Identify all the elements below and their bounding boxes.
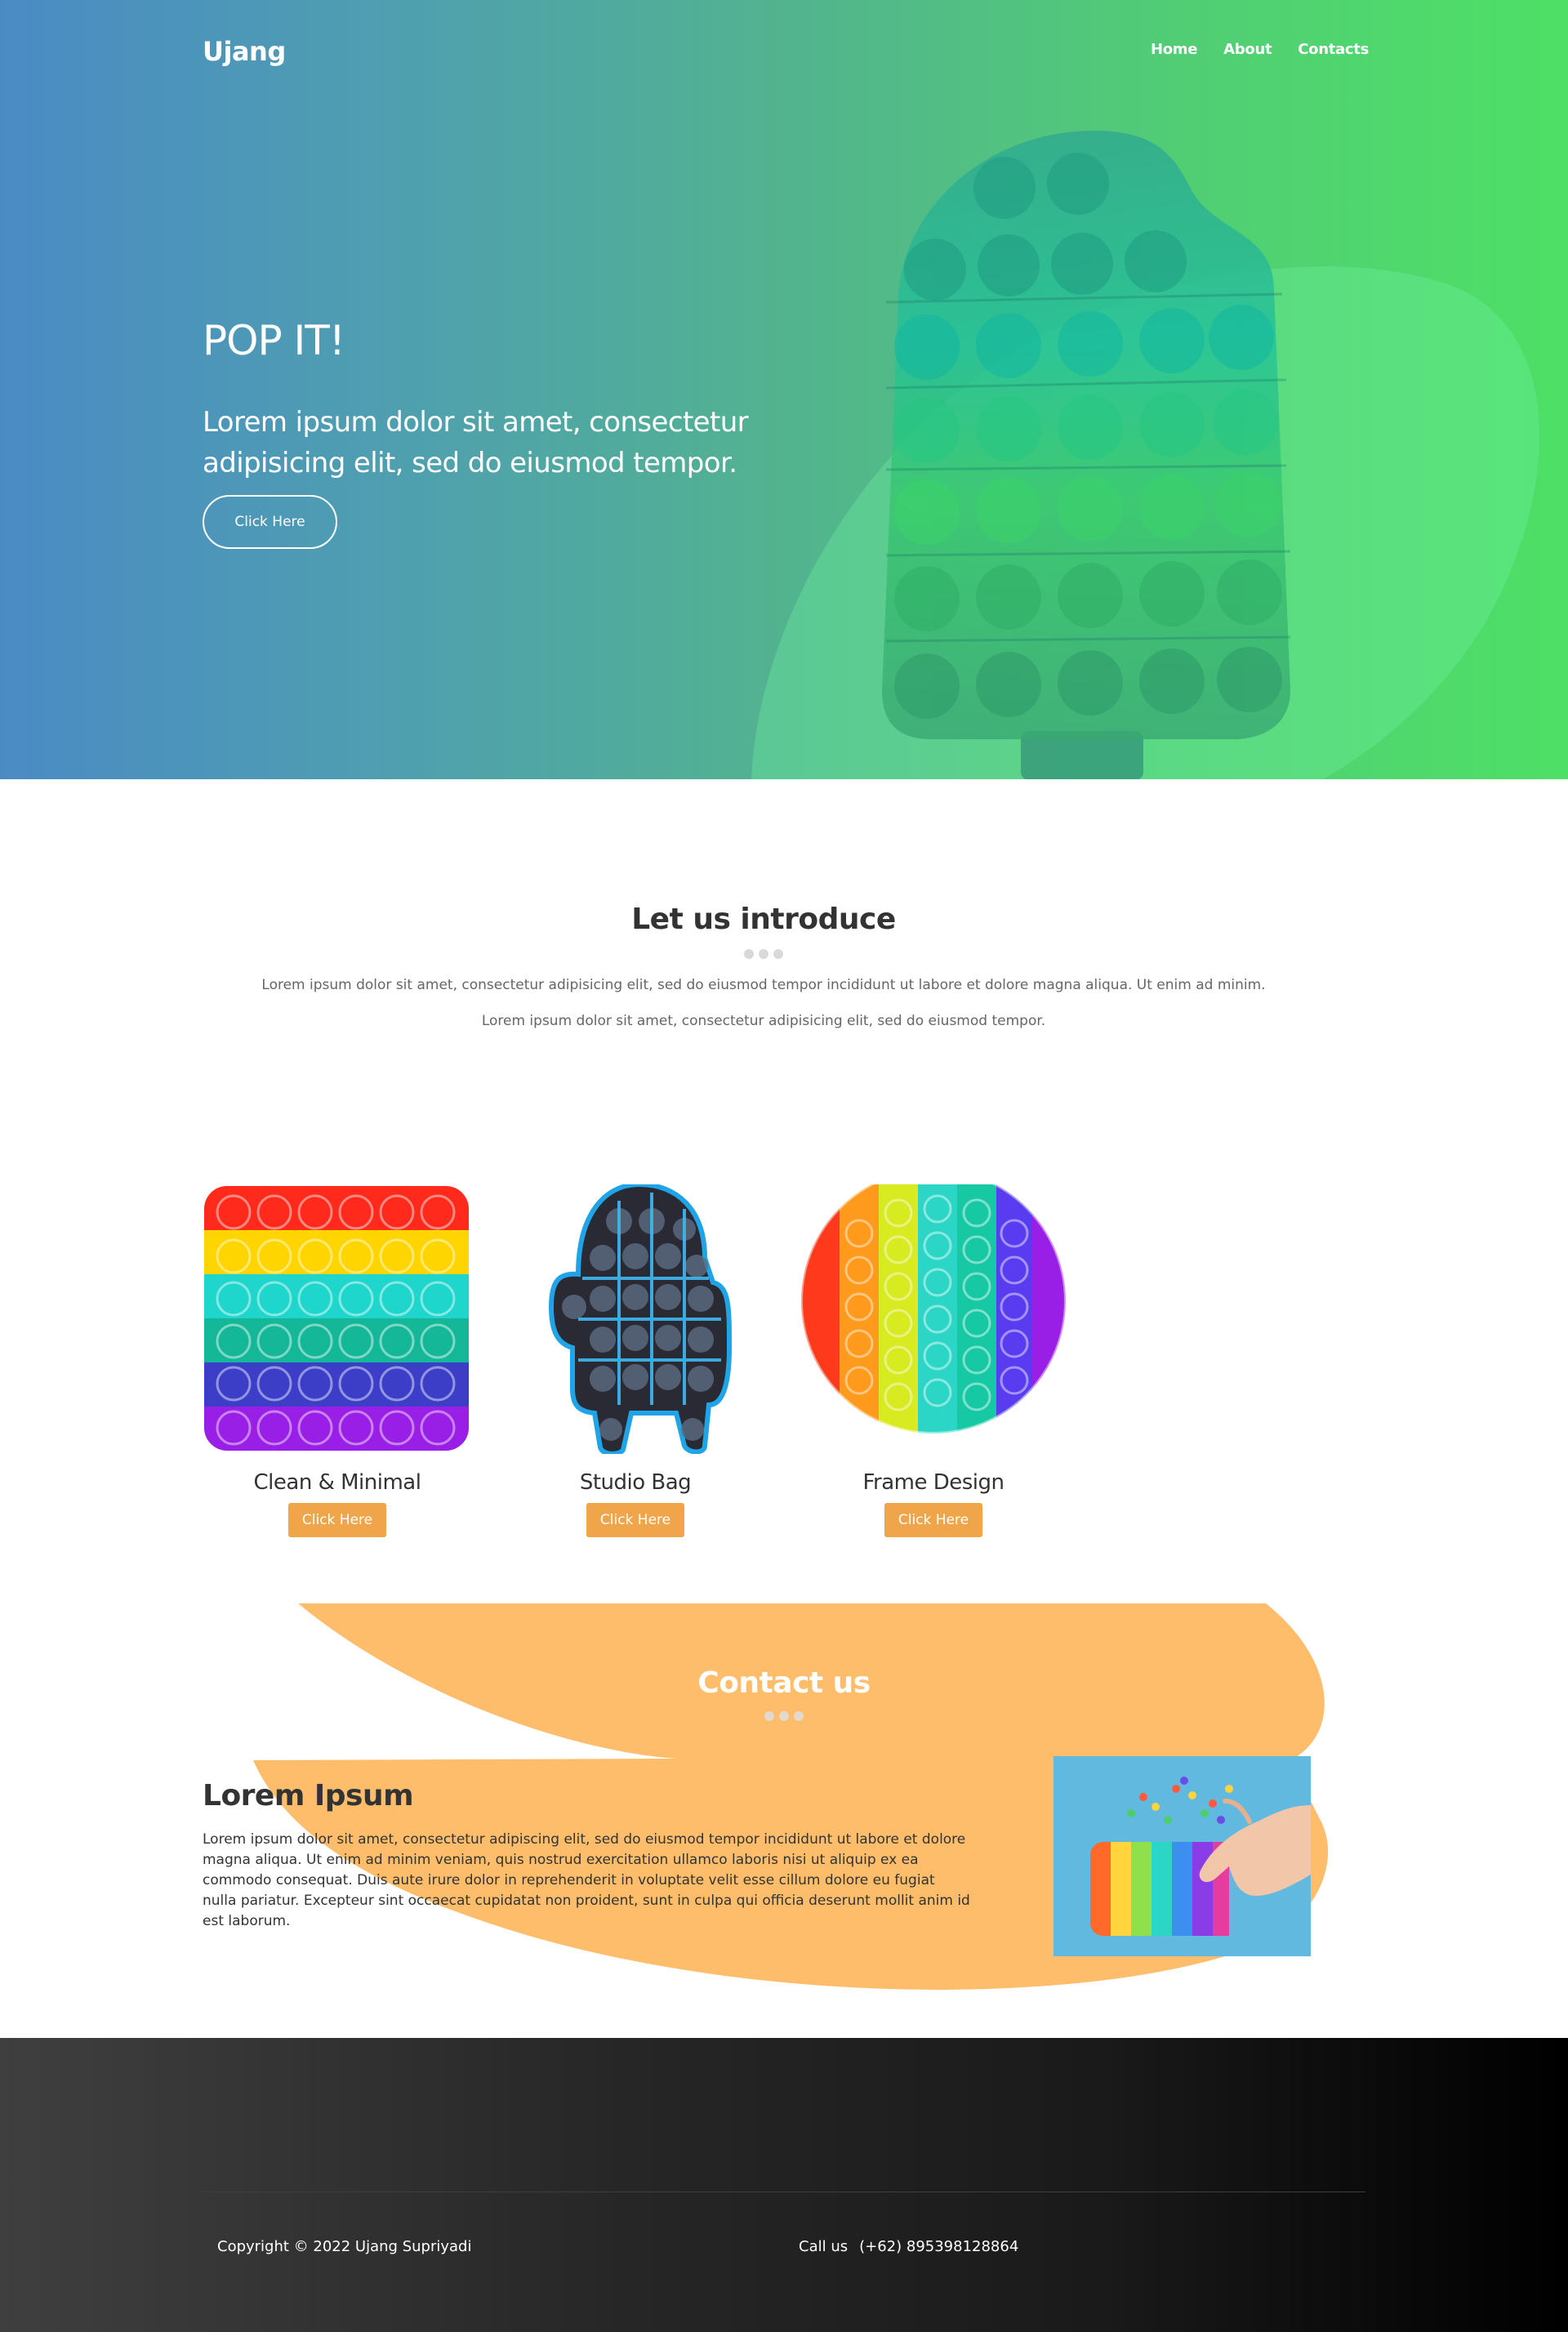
product-button[interactable]: Click Here bbox=[884, 1503, 982, 1537]
product-name: Studio Bag bbox=[579, 1470, 692, 1495]
product-button[interactable]: Click Here bbox=[288, 1503, 386, 1537]
main-nav: Home About Contacts bbox=[1151, 41, 1369, 58]
contact-divider-dots bbox=[764, 1711, 804, 1721]
phone-number-link[interactable]: (+62) 895398128864 bbox=[859, 2238, 1018, 2255]
hero-background-blob bbox=[751, 266, 1539, 779]
product-name: Frame Design bbox=[862, 1470, 1004, 1495]
nav-home-link[interactable]: Home bbox=[1151, 41, 1198, 58]
hand-playing-popit-photo bbox=[1054, 1756, 1311, 1956]
divider-dot bbox=[764, 1711, 774, 1721]
divider-dot bbox=[744, 949, 754, 959]
divider-dot bbox=[759, 949, 768, 959]
intro-divider-dots bbox=[744, 949, 783, 959]
divider-dot bbox=[779, 1711, 789, 1721]
contact-body-text: Lorem ipsum dolor sit amet, consectetur … bbox=[203, 1831, 970, 1929]
rainbow-square-popit-image bbox=[204, 1186, 469, 1451]
divider-dot bbox=[773, 949, 783, 959]
rainbow-round-popit-image bbox=[800, 1184, 1067, 1435]
divider-dot bbox=[794, 1711, 804, 1721]
intro-title: Let us introduce bbox=[631, 903, 896, 936]
site-footer: Copyright © 2022 Ujang Supriyadi Call us… bbox=[0, 2038, 1568, 2332]
popit-popsicle-image bbox=[882, 131, 1291, 779]
call-us-label: Call us bbox=[799, 2238, 849, 2255]
product-button[interactable]: Click Here bbox=[586, 1503, 684, 1537]
site-logo[interactable]: Ujang bbox=[203, 36, 286, 67]
astronaut-popit-image bbox=[548, 1184, 733, 1454]
nav-about-link[interactable]: About bbox=[1223, 41, 1272, 58]
copyright-text: Copyright © 2022 Ujang Supriyadi bbox=[217, 2238, 472, 2255]
product-card-studio-bag: Studio Bag Click Here bbox=[501, 1184, 770, 1544]
nav-contacts-link[interactable]: Contacts bbox=[1298, 41, 1369, 58]
call-us-block: Call us (+62) 895398128864 bbox=[799, 2238, 1018, 2255]
contact-title: Contact us bbox=[697, 1666, 871, 1700]
intro-paragraph-2: Lorem ipsum dolor sit amet, consectetur … bbox=[481, 1013, 1046, 1029]
hero-title: POP IT! bbox=[203, 317, 345, 364]
hero-section: Ujang Home About Contacts POP IT! Lorem … bbox=[0, 0, 1568, 779]
hero-subtitle: Lorem ipsum dolor sit amet, consectetur … bbox=[203, 406, 749, 479]
contact-heading: Lorem Ipsum bbox=[203, 1779, 414, 1813]
product-name: Clean & Minimal bbox=[253, 1470, 421, 1495]
intro-paragraph-1: Lorem ipsum dolor sit amet, consectetur … bbox=[261, 977, 1266, 993]
product-card-clean-minimal: Clean & Minimal Click Here bbox=[203, 1184, 472, 1544]
hero-cta-button[interactable]: Click Here bbox=[203, 495, 337, 549]
product-card-frame-design: Frame Design Click Here bbox=[799, 1184, 1068, 1544]
